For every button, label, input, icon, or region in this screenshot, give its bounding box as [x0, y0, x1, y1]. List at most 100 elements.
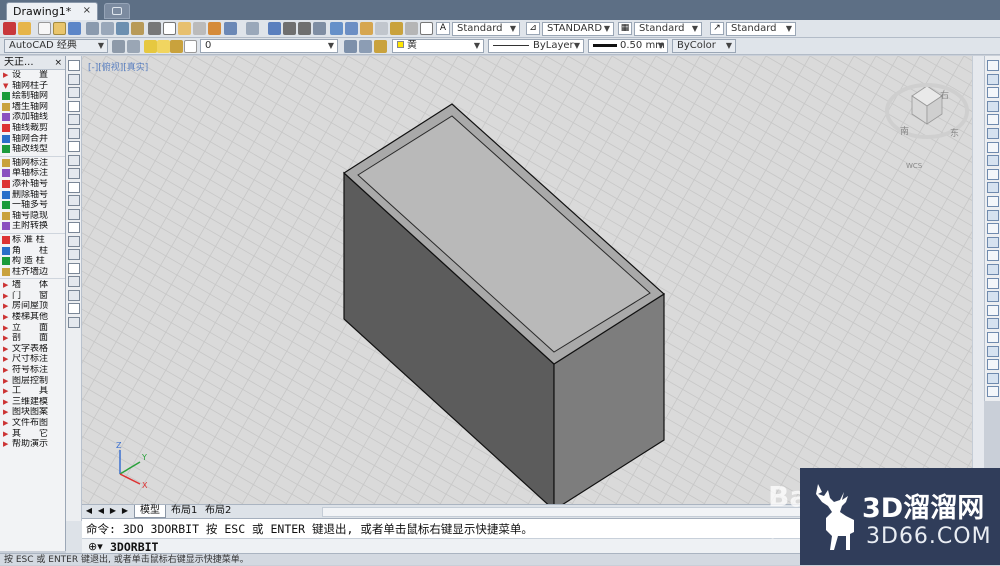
bring-front-icon[interactable] — [987, 318, 999, 330]
multiline-text-icon[interactable] — [68, 303, 80, 314]
design-center-icon[interactable] — [345, 22, 358, 35]
layer-lock-icon[interactable] — [170, 40, 183, 53]
first-layout-icon[interactable]: ◀ — [84, 506, 94, 515]
palette-tool[interactable]: 轴网合并 — [0, 134, 65, 145]
scale-icon[interactable] — [987, 155, 999, 167]
point-icon[interactable] — [68, 235, 80, 247]
ellipse-arc-icon[interactable] — [68, 195, 80, 206]
zoom-realtime-icon[interactable] — [283, 22, 296, 35]
mleader-style-select[interactable]: Standard ▼ — [726, 22, 796, 36]
construction-line-icon[interactable] — [68, 73, 80, 85]
rotate-icon[interactable] — [987, 141, 999, 153]
break-at-point-icon[interactable] — [987, 209, 999, 221]
array-icon[interactable] — [987, 114, 999, 126]
document-tab[interactable]: Drawing1* × — [6, 2, 98, 20]
block-editor-icon[interactable] — [208, 22, 221, 35]
close-tab-icon[interactable]: × — [83, 5, 91, 16]
palette-tool[interactable]: 删除轴号 — [0, 190, 65, 201]
palette-category[interactable]: ▶ 文字表格 — [0, 344, 65, 355]
vertical-scrollbar[interactable] — [972, 56, 984, 504]
join-icon[interactable] — [987, 236, 999, 248]
chamfer-icon[interactable] — [987, 250, 999, 262]
mirror-icon[interactable] — [987, 87, 999, 99]
palette-category[interactable]: ▶ 其 它 — [0, 429, 65, 440]
palette-category[interactable]: ▶ 墙 体 — [0, 280, 65, 291]
fillet-icon[interactable] — [987, 264, 999, 275]
palette-category[interactable]: ▶ 立 面 — [0, 323, 65, 334]
redo-icon[interactable] — [246, 22, 259, 35]
rectangle-icon[interactable] — [68, 114, 80, 125]
palette-close-icon[interactable]: × — [54, 56, 62, 70]
gradient-icon[interactable] — [68, 262, 80, 274]
palette-tool[interactable]: 柱齐墙边 — [0, 267, 65, 278]
hatch-icon[interactable] — [68, 249, 80, 260]
palette-category[interactable]: ▶ 符号标注 — [0, 365, 65, 376]
print-icon[interactable] — [86, 22, 99, 35]
palette-tool[interactable]: 轴网标注 — [0, 158, 65, 169]
layer-color-icon[interactable] — [184, 40, 197, 53]
next-layout-icon[interactable]: ▶ — [108, 506, 118, 515]
copy-icon[interactable] — [987, 73, 999, 85]
text-style-select[interactable]: Standard ▼ — [452, 22, 520, 36]
quickcalc-icon[interactable] — [405, 22, 418, 35]
palette-category[interactable]: ▶ 工 具 — [0, 386, 65, 397]
layer-previous-icon[interactable] — [359, 40, 372, 53]
offset-icon[interactable] — [987, 100, 999, 112]
markup-icon[interactable] — [390, 22, 403, 35]
palette-category[interactable]: ▶ 三维建模 — [0, 397, 65, 408]
last-layout-icon[interactable]: ▶ — [120, 506, 130, 515]
palette-tool[interactable]: 绘制轴网 — [0, 91, 65, 102]
bring-above-icon[interactable] — [987, 345, 999, 357]
ellipse-icon[interactable] — [68, 181, 80, 193]
palette-tool[interactable]: 轴改线型 — [0, 144, 65, 155]
command-input[interactable]: 3DORBIT — [110, 540, 158, 554]
open-file-icon[interactable] — [53, 22, 66, 35]
layer-state-icon[interactable] — [374, 40, 387, 53]
palette-tool[interactable]: 单轴标注 — [0, 168, 65, 179]
save-icon[interactable] — [68, 22, 81, 35]
palette-category[interactable]: ▶ 图块图案 — [0, 407, 65, 418]
help-icon[interactable] — [420, 22, 433, 35]
tangent-icon[interactable] — [18, 22, 31, 35]
palette-category[interactable]: ▶ 楼梯其他 — [0, 312, 65, 323]
tab-layout1[interactable]: 布局1 — [166, 505, 202, 518]
undo-icon[interactable] — [224, 22, 237, 35]
preview-icon[interactable] — [101, 22, 114, 35]
polygon-icon[interactable] — [68, 100, 80, 112]
stretch-icon[interactable] — [987, 168, 999, 180]
layer-manager-icon[interactable] — [127, 40, 140, 53]
palette-tool[interactable]: 构 造 柱 — [0, 256, 65, 267]
workspace-settings-icon[interactable] — [112, 40, 125, 53]
plotstyle-select[interactable]: ByColor ▼ — [672, 39, 736, 53]
region-icon[interactable] — [68, 276, 80, 287]
spline-icon[interactable] — [68, 168, 80, 179]
publish-icon[interactable] — [116, 22, 129, 35]
viewport-controls[interactable]: [-][俯视][真实] — [88, 60, 148, 73]
table-style-select[interactable]: Standard ▼ — [634, 22, 702, 36]
send-under-icon[interactable] — [987, 359, 999, 371]
text-front-icon[interactable] — [987, 372, 999, 384]
properties-icon[interactable] — [330, 22, 343, 35]
app-icon[interactable] — [3, 22, 16, 35]
palette-category[interactable]: ▶ 剖 面 — [0, 333, 65, 344]
palette-tool[interactable]: 墙生轴网 — [0, 102, 65, 113]
color-select[interactable]: 黄 ▼ — [392, 39, 484, 53]
extend-icon[interactable] — [987, 196, 999, 207]
prev-layout-icon[interactable]: ◀ — [96, 506, 106, 515]
line-icon[interactable] — [68, 60, 80, 71]
blend-icon[interactable] — [987, 277, 999, 289]
command-window-grip[interactable] — [66, 521, 82, 553]
palette-category[interactable]: ▶ 门 窗 — [0, 291, 65, 302]
palette-category[interactable]: ▼ 轴网柱子 — [0, 81, 65, 92]
circle-icon[interactable] — [68, 141, 80, 152]
add-selected-icon[interactable] — [68, 316, 80, 328]
workspace-select[interactable]: AutoCAD 经典 ▼ — [4, 39, 108, 53]
layer-select[interactable]: 0 ▼ — [200, 39, 338, 53]
paste-icon[interactable] — [178, 22, 191, 35]
tool-palettes-icon[interactable] — [360, 22, 373, 35]
pan-icon[interactable] — [268, 22, 281, 35]
palette-tool[interactable]: 添补轴号 — [0, 179, 65, 190]
3dprint-icon[interactable] — [131, 22, 144, 35]
palette-category[interactable]: ▶ 房间屋顶 — [0, 301, 65, 312]
revcloud-icon[interactable] — [68, 154, 80, 166]
